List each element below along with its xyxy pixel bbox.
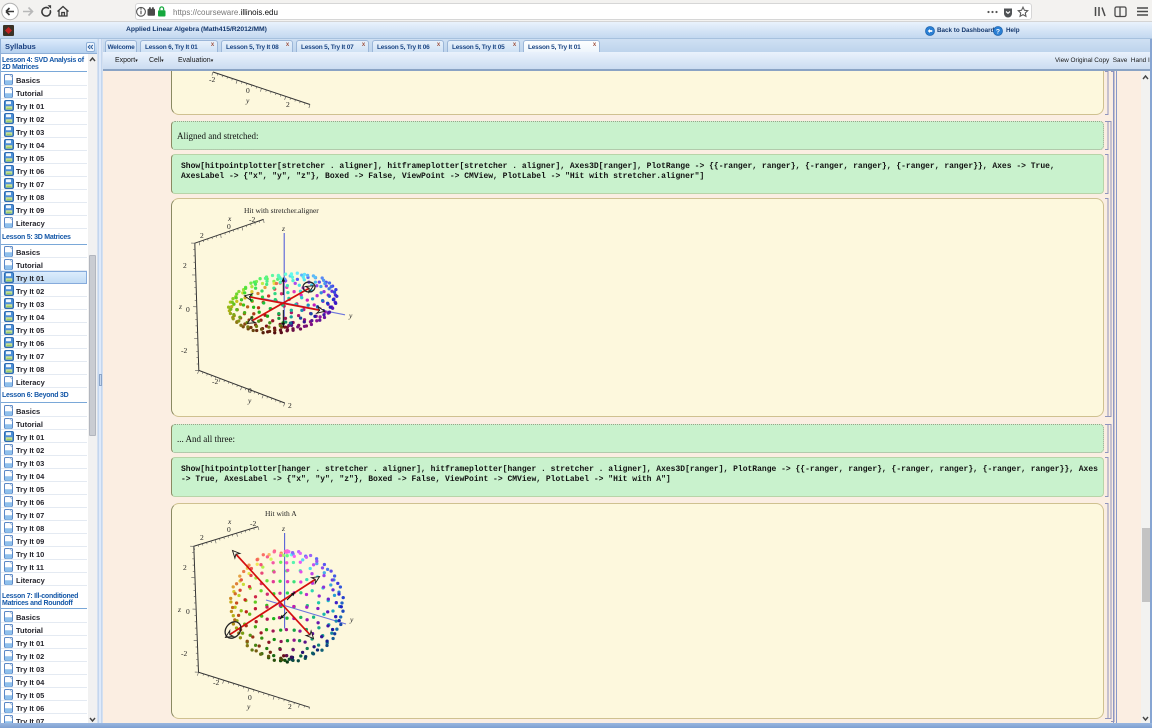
svg-text:2: 2 (183, 563, 187, 572)
svg-text:y: y (246, 702, 251, 711)
svg-text:-2: -2 (181, 649, 187, 658)
svg-text:2: 2 (200, 533, 204, 542)
svg-text:z: z (281, 524, 285, 533)
svg-text:0: 0 (248, 693, 252, 702)
svg-text:-2: -2 (213, 678, 219, 687)
svg-text:2: 2 (288, 702, 292, 711)
svg-text:0: 0 (186, 607, 190, 616)
svg-text:0: 0 (227, 525, 231, 534)
svg-text:-2: -2 (250, 519, 256, 528)
svg-text:z: z (177, 605, 181, 614)
svg-text:y: y (349, 615, 354, 624)
svg-text:Hit with A: Hit with A (265, 509, 297, 518)
